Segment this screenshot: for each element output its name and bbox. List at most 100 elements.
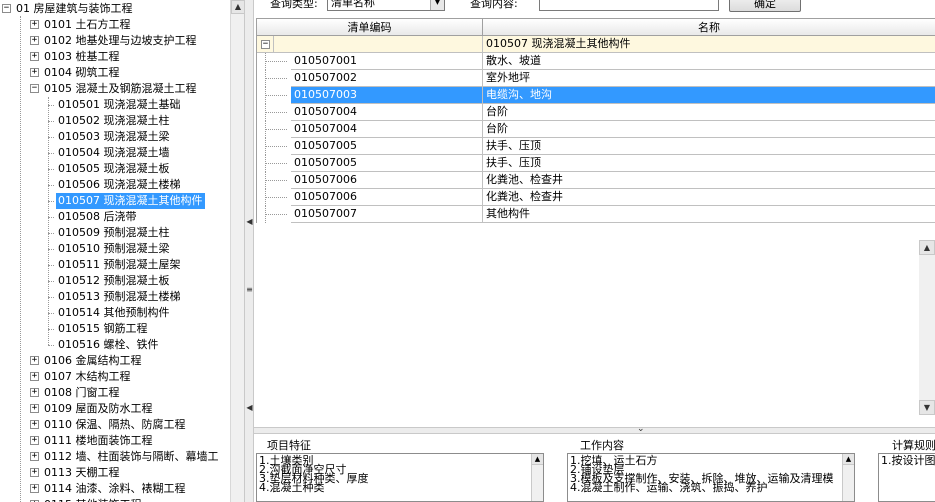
tree-node-label[interactable]: 010505 现浇混凝土板 [56, 161, 172, 177]
tree-node-0104[interactable]: +0104 砌筑工程 [0, 65, 230, 81]
row-code-cell[interactable]: 010507006 [291, 189, 483, 206]
tree-node-0113[interactable]: +0113 天棚工程 [0, 465, 230, 481]
table-row[interactable]: 010507005 扶手、压顶 [257, 155, 935, 172]
work-scrollbar[interactable]: ▲ [842, 454, 854, 501]
tree-node-label[interactable]: 0102 地基处理与边坡支护工程 [42, 33, 199, 49]
tree-node-label[interactable]: 01 房屋建筑与装饰工程 [14, 1, 135, 17]
tree-node-label[interactable]: 010514 其他预制构件 [56, 305, 172, 321]
tree-node-0101[interactable]: +0101 土石方工程 [0, 17, 230, 33]
tree-node-0109[interactable]: +0109 屋面及防水工程 [0, 401, 230, 417]
tree-node-label[interactable]: 010507 现浇混凝土其他构件 [56, 193, 205, 209]
tree-node-label[interactable]: 010502 现浇混凝土柱 [56, 113, 172, 129]
group-row[interactable]: − 010507 现浇混凝土其他构件 [257, 36, 935, 53]
tree-node-010515[interactable]: 010515 钢筋工程 [0, 321, 230, 337]
tree-node-0105[interactable]: −0105 混凝土及钢筋混凝土工程 [0, 81, 230, 97]
table-row[interactable]: 010507001 散水、坡道 [257, 53, 935, 70]
table-row[interactable]: 010507003 电缆沟、地沟 [257, 87, 935, 104]
row-name-cell[interactable]: 室外地坪 [483, 70, 935, 87]
tree-node-010516[interactable]: 010516 螺栓、铁件 [0, 337, 230, 353]
tree-node-label[interactable]: 010511 预制混凝土屋架 [56, 257, 183, 273]
row-code-cell[interactable]: 010507004 [291, 121, 483, 138]
tree-node-0108[interactable]: +0108 门窗工程 [0, 385, 230, 401]
tree-node-label[interactable]: 010508 后浇带 [56, 209, 139, 225]
tree-node-010510[interactable]: 010510 预制混凝土梁 [0, 241, 230, 257]
row-code-cell[interactable]: 010507005 [291, 138, 483, 155]
expand-plus-icon[interactable]: + [30, 52, 39, 61]
vertical-splitter[interactable]: ◀ ≡ ◀ [244, 0, 254, 502]
tree-node-label[interactable]: 0103 桩基工程 [42, 49, 122, 65]
row-code-cell[interactable]: 010507003 [291, 87, 483, 104]
tree-scrollbar[interactable]: ▲ [230, 0, 245, 502]
expand-plus-icon[interactable]: + [30, 388, 39, 397]
tree-node-010513[interactable]: 010513 预制混凝土楼梯 [0, 289, 230, 305]
tree-node-label[interactable]: 010513 预制混凝土楼梯 [56, 289, 183, 305]
tree-node-010506[interactable]: 010506 现浇混凝土楼梯 [0, 177, 230, 193]
collapse-left-arrow-icon[interactable]: ◀ [246, 217, 253, 226]
scroll-up-arrow-icon[interactable]: ▲ [843, 454, 854, 465]
tree-node-010505[interactable]: 010505 现浇混凝土板 [0, 161, 230, 177]
bill-list-grid[interactable]: 清单编码 名称 −010507 现浇混凝土其他构件 010507001 散水、坡道 0… [256, 18, 935, 223]
tree-node-010511[interactable]: 010511 预制混凝土屋架 [0, 257, 230, 273]
scroll-down-arrow-icon[interactable]: ▼ [919, 400, 935, 415]
tree-node-label[interactable]: 010503 现浇混凝土梁 [56, 129, 172, 145]
scroll-up-arrow-icon[interactable]: ▲ [919, 240, 935, 255]
tree-node-0114[interactable]: +0114 油漆、涂料、裱糊工程 [0, 481, 230, 497]
tree-node-0111[interactable]: +0111 楼地面装饰工程 [0, 433, 230, 449]
row-code-cell[interactable]: 010507002 [291, 70, 483, 87]
row-name-cell[interactable]: 化粪池、检查井 [483, 189, 935, 206]
tree-node-010509[interactable]: 010509 预制混凝土柱 [0, 225, 230, 241]
table-row[interactable]: 010507007 其他构件 [257, 206, 935, 223]
features-panel[interactable]: 1.土壤类别 2.沟截面净空尺寸 3.垫层材料种类、厚度 4.混凝土种类 ▲ [256, 453, 544, 502]
category-tree[interactable]: −01 房屋建筑与装饰工程 +0101 土石方工程 +0102 地基处理与边坡支护工… [0, 0, 230, 502]
expand-plus-icon[interactable]: + [30, 436, 39, 445]
table-row[interactable]: 010507006 化粪池、检查井 [257, 172, 935, 189]
expand-plus-icon[interactable]: + [30, 372, 39, 381]
expand-plus-icon[interactable]: + [30, 452, 39, 461]
tree-node-label[interactable]: 010516 螺栓、铁件 [56, 337, 161, 353]
row-name-cell[interactable]: 扶手、压顶 [483, 155, 935, 172]
tree-node-label[interactable]: 0104 砌筑工程 [42, 65, 122, 81]
column-header-code[interactable]: 清单编码 [257, 19, 483, 36]
table-row[interactable]: 010507004 台阶 [257, 121, 935, 138]
expand-plus-icon[interactable]: + [30, 36, 39, 45]
query-type-select[interactable]: 清单名称 ▼ [327, 0, 445, 11]
tree-node-01[interactable]: −01 房屋建筑与装饰工程 [0, 1, 230, 17]
tree-node-0107[interactable]: +0107 木结构工程 [0, 369, 230, 385]
collapse-left-arrow-icon-2[interactable]: ◀ [246, 403, 253, 412]
tree-node-0112[interactable]: +0112 墙、柱面装饰与隔断、幕墙工 [0, 449, 230, 465]
expand-plus-icon[interactable]: + [30, 404, 39, 413]
rules-panel[interactable]: 1.按设计图 [878, 453, 935, 502]
row-name-cell[interactable]: 散水、坡道 [483, 53, 935, 70]
row-name-cell[interactable]: 扶手、压顶 [483, 138, 935, 155]
tree-node-010504[interactable]: 010504 现浇混凝土墙 [0, 145, 230, 161]
expand-plus-icon[interactable]: + [30, 484, 39, 493]
row-name-cell[interactable]: 电缆沟、地沟 [483, 87, 935, 104]
tree-node-label[interactable]: 0106 金属结构工程 [42, 353, 144, 369]
tree-node-0110[interactable]: +0110 保温、隔热、防腐工程 [0, 417, 230, 433]
tree-node-label[interactable]: 0109 屋面及防水工程 [42, 401, 155, 417]
table-row[interactable]: 010507004 台阶 [257, 104, 935, 121]
tree-node-label[interactable]: 010501 现浇混凝土基础 [56, 97, 183, 113]
collapse-minus-icon[interactable]: − [261, 40, 270, 49]
expand-plus-icon[interactable]: + [30, 20, 39, 29]
tree-node-010502[interactable]: 010502 现浇混凝土柱 [0, 113, 230, 129]
row-name-cell[interactable]: 台阶 [483, 121, 935, 138]
tree-node-label[interactable]: 0110 保温、隔热、防腐工程 [42, 417, 188, 433]
tree-node-label[interactable]: 0108 门窗工程 [42, 385, 122, 401]
expand-plus-icon[interactable]: + [30, 468, 39, 477]
work-panel[interactable]: 1.挖填、运土石方 2.铺设垫层 3.模板及支撑制作、安装、拆除、堆放、运输及清理模… [567, 453, 855, 502]
row-code-cell[interactable]: 010507006 [291, 172, 483, 189]
expand-plus-icon[interactable]: + [30, 356, 39, 365]
group-label-cell[interactable]: 010507 现浇混凝土其他构件 [483, 36, 935, 53]
expand-plus-icon[interactable]: + [30, 68, 39, 77]
tree-node-label[interactable]: 010506 现浇混凝土楼梯 [56, 177, 183, 193]
tree-node-label[interactable]: 010509 预制混凝土柱 [56, 225, 172, 241]
tree-node-010503[interactable]: 010503 现浇混凝土梁 [0, 129, 230, 145]
tree-node-010512[interactable]: 010512 预制混凝土板 [0, 273, 230, 289]
tree-node-label[interactable]: 0114 油漆、涂料、裱糊工程 [42, 481, 188, 497]
features-scrollbar[interactable]: ▲ [531, 454, 543, 501]
tree-node-label[interactable]: 0101 土石方工程 [42, 17, 133, 33]
row-name-cell[interactable]: 其他构件 [483, 206, 935, 223]
tree-node-label[interactable]: 010515 钢筋工程 [56, 321, 150, 337]
collapse-minus-icon[interactable]: − [30, 84, 39, 93]
